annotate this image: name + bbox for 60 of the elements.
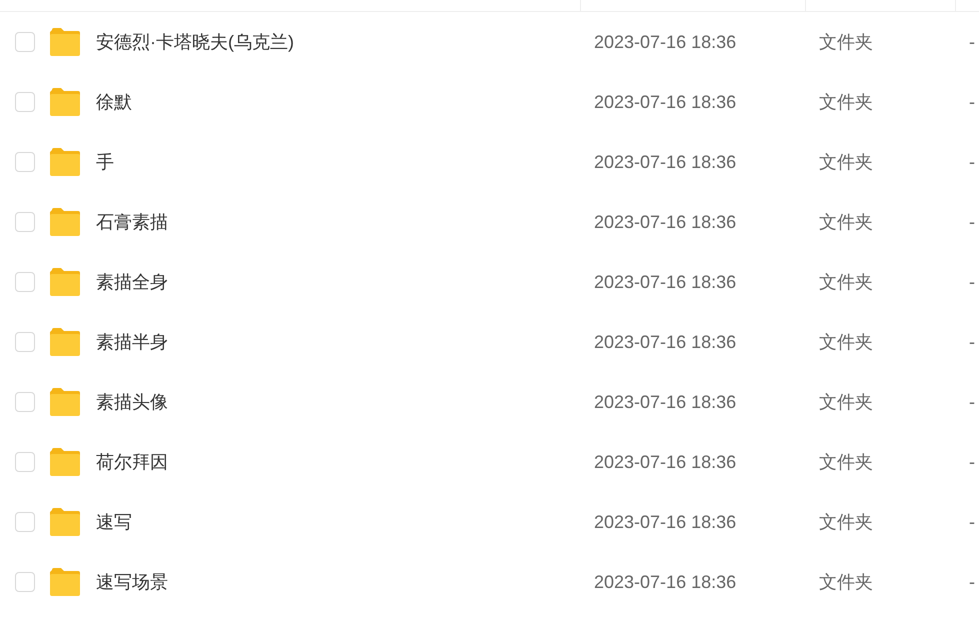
folder-name[interactable]: 石膏素描 <box>96 208 168 236</box>
folder-icon <box>50 148 80 176</box>
folder-name[interactable]: 素描全身 <box>96 268 168 296</box>
checkbox[interactable] <box>15 152 35 172</box>
folder-name[interactable]: 安德烈·卡塔晓夫(乌克兰) <box>96 28 294 56</box>
modified-date: 2023-07-16 18:36 <box>594 332 736 352</box>
folder-name[interactable]: 素描头像 <box>96 388 168 416</box>
checkbox[interactable] <box>15 392 35 412</box>
file-type: 文件夹 <box>819 332 873 352</box>
modified-date: 2023-07-16 18:36 <box>594 212 736 232</box>
file-type: 文件夹 <box>819 572 873 592</box>
checkbox[interactable] <box>15 92 35 112</box>
modified-date: 2023-07-16 18:36 <box>594 152 736 172</box>
checkbox[interactable] <box>15 452 35 472</box>
modified-date: 2023-07-16 18:36 <box>594 512 736 532</box>
file-size: - <box>969 212 975 232</box>
folder-icon <box>50 448 80 476</box>
folder-name[interactable]: 速写 <box>96 508 132 536</box>
folder-icon <box>50 28 80 56</box>
folder-icon <box>50 568 80 596</box>
folder-icon <box>50 508 80 536</box>
checkbox[interactable] <box>15 272 35 292</box>
file-type: 文件夹 <box>819 452 873 472</box>
modified-date: 2023-07-16 18:36 <box>594 392 736 412</box>
file-type: 文件夹 <box>819 152 873 172</box>
file-size: - <box>969 572 975 592</box>
folder-icon <box>50 388 80 416</box>
file-size: - <box>969 452 975 472</box>
modified-date: 2023-07-16 18:36 <box>594 272 736 292</box>
folder-name[interactable]: 手 <box>96 148 114 176</box>
checkbox[interactable] <box>15 212 35 232</box>
file-type: 文件夹 <box>819 92 873 112</box>
folder-icon <box>50 88 80 116</box>
file-size: - <box>969 92 975 112</box>
folder-icon <box>50 208 80 236</box>
folder-name[interactable]: 徐默 <box>96 88 132 116</box>
modified-date: 2023-07-16 18:36 <box>594 32 736 52</box>
folder-name[interactable]: 素描半身 <box>96 328 168 356</box>
folder-name[interactable]: 速写场景 <box>96 568 168 596</box>
file-size: - <box>969 152 975 172</box>
checkbox[interactable] <box>15 332 35 352</box>
folder-icon <box>50 328 80 356</box>
checkbox[interactable] <box>15 32 35 52</box>
modified-date: 2023-07-16 18:36 <box>594 92 736 112</box>
file-size: - <box>969 512 975 532</box>
file-type: 文件夹 <box>819 212 873 232</box>
file-size: - <box>969 32 975 52</box>
file-size: - <box>969 332 975 352</box>
modified-date: 2023-07-16 18:36 <box>594 452 736 472</box>
checkbox[interactable] <box>15 512 35 532</box>
file-type: 文件夹 <box>819 512 873 532</box>
file-size: - <box>969 272 975 292</box>
file-type: 文件夹 <box>819 392 873 412</box>
file-type: 文件夹 <box>819 32 873 52</box>
file-size: - <box>969 392 975 412</box>
folder-icon <box>50 268 80 296</box>
modified-date: 2023-07-16 18:36 <box>594 572 736 592</box>
file-type: 文件夹 <box>819 272 873 292</box>
folder-name[interactable]: 荷尔拜因 <box>96 448 168 476</box>
checkbox[interactable] <box>15 572 35 592</box>
